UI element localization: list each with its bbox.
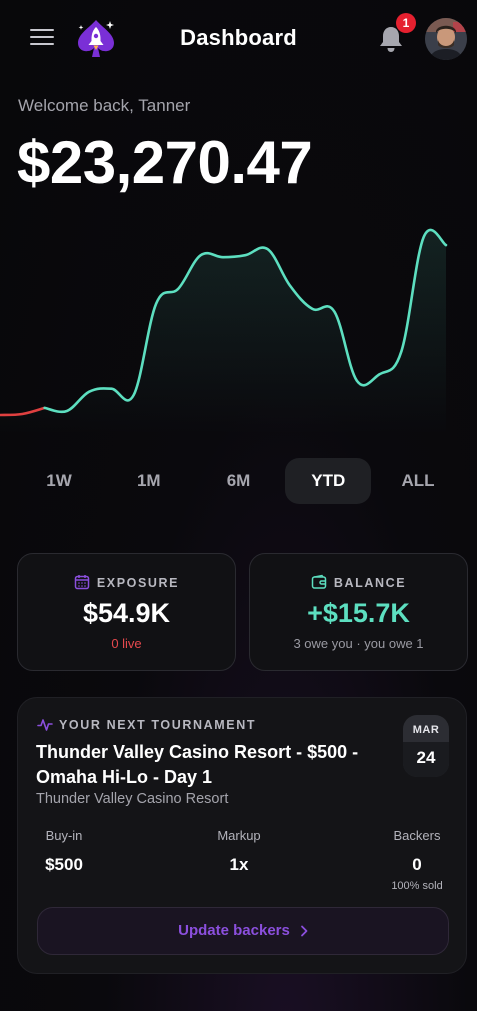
buyin-value: $500 — [45, 855, 83, 874]
balance-card[interactable]: BALANCE +$15.7K 3 owe you · you owe 1 — [249, 553, 468, 671]
range-tab-all[interactable]: ALL — [375, 458, 461, 504]
tournament-month: MAR — [412, 724, 440, 736]
notification-badge: 1 — [396, 13, 416, 33]
chart-area-fill — [0, 229, 446, 435]
exposure-label: EXPOSURE — [96, 576, 180, 590]
range-tab-ytd[interactable]: YTD — [285, 458, 372, 504]
backers-label: Backers — [393, 828, 441, 843]
range-tab-1w[interactable]: 1W — [16, 458, 102, 504]
backers-sold-percent: 100% sold — [391, 880, 443, 892]
exposure-card[interactable]: EXPOSURE $54.9K 0 live — [17, 553, 236, 671]
balance-label: BALANCE — [333, 576, 407, 590]
update-backers-button[interactable]: Update backers — [37, 907, 449, 955]
markup-column: Markup 1x — [208, 828, 270, 875]
dashboard-screen: Dashboard 1 Welcome back, Tanner $23,270… — [0, 0, 477, 1011]
tournament-day: 24 — [403, 742, 449, 777]
backers-column: Backers 0 100% sold — [382, 828, 452, 892]
wallet-icon — [311, 574, 327, 589]
top-bar: Dashboard 1 — [0, 0, 477, 80]
exposure-live-count: 0 live — [111, 636, 142, 651]
update-backers-label: Update backers — [178, 922, 290, 939]
exposure-value: $54.9K — [82, 598, 171, 628]
welcome-text: Welcome back, Tanner — [18, 96, 191, 115]
user-avatar[interactable] — [425, 18, 467, 60]
chevron-right-icon — [300, 925, 308, 937]
markup-label: Markup — [217, 828, 261, 843]
balance-value: +$15.7K — [307, 598, 410, 628]
tournament-date-badge: MAR 24 — [403, 715, 449, 777]
tournament-section-label: YOUR NEXT TOURNAMENT — [59, 718, 257, 732]
range-tab-1m[interactable]: 1M — [106, 458, 192, 504]
calendar-icon — [74, 575, 90, 590]
markup-value: 1x — [229, 855, 249, 874]
activity-pulse-icon — [37, 719, 53, 731]
tournament-venue: Thunder Valley Casino Resort — [36, 791, 229, 807]
backers-value: 0 — [412, 855, 422, 874]
range-selector: 1W 1M 6M YTD ALL — [16, 458, 461, 504]
buyin-column: Buy-in $500 — [32, 828, 96, 875]
balance-chart — [0, 228, 448, 435]
next-tournament-card[interactable]: YOUR NEXT TOURNAMENT Thunder Valley Casi… — [17, 697, 467, 974]
balance-owe-summary: 3 owe you · you owe 1 — [293, 636, 424, 651]
range-tab-6m[interactable]: 6M — [196, 458, 282, 504]
tournament-title: Thunder Valley Casino Resort - $500 - Om… — [36, 742, 359, 787]
total-balance: $23,270.47 — [17, 129, 313, 196]
buyin-label: Buy-in — [45, 828, 83, 843]
